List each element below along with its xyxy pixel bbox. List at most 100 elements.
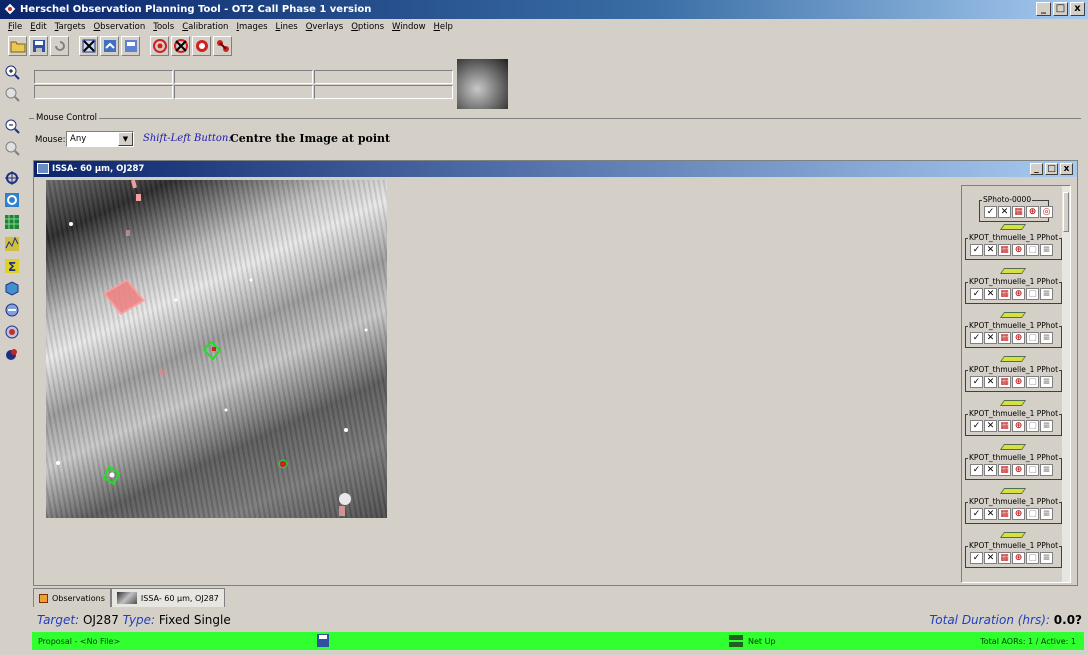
- aor-group-item[interactable]: KPOT_thmuelle_1 PPhot ✓ ✕ ▦ ⊕ ▢ ≡: [965, 541, 1062, 568]
- chevron-down-icon[interactable]: ▼: [118, 132, 133, 146]
- grid-icon[interactable]: ▦: [998, 464, 1011, 476]
- save-icon[interactable]: [317, 634, 329, 647]
- close-icon[interactable]: ✕: [984, 332, 997, 344]
- close-icon[interactable]: ✕: [984, 508, 997, 520]
- image-thumbnail[interactable]: [457, 59, 508, 109]
- document-icon[interactable]: ▢: [1026, 464, 1039, 476]
- grid-icon[interactable]: ▦: [998, 332, 1011, 344]
- spectrum-icon[interactable]: [2, 234, 22, 254]
- tab-observations[interactable]: Observations: [33, 588, 111, 607]
- document-icon[interactable]: ▢: [1026, 288, 1039, 300]
- checkbox-icon[interactable]: ✓: [970, 244, 983, 256]
- aor-group-item[interactable]: KPOT_thmuelle_1 PPhot ✓ ✕ ▦ ⊕ ▢ ≡: [965, 321, 1062, 348]
- checkbox-icon[interactable]: ✓: [970, 464, 983, 476]
- aor-panel-scrollbar[interactable]: [1062, 186, 1070, 582]
- aor-group-item[interactable]: KPOT_thmuelle_1 PPhot ✓ ✕ ▦ ⊕ ▢ ≡: [965, 409, 1062, 436]
- zoom-out-icon[interactable]: [2, 84, 22, 104]
- list-icon[interactable]: ≡: [1040, 332, 1053, 344]
- globe-icon[interactable]: [2, 190, 22, 210]
- aor-group-item[interactable]: KPOT_thmuelle_1 PPhot ✓ ✕ ▦ ⊕ ▢ ≡: [965, 497, 1062, 524]
- aor-group-item[interactable]: KPOT_thmuelle_1 PPhot ✓ ✕ ▦ ⊕ ▢ ≡: [965, 453, 1062, 480]
- undo-icon[interactable]: [50, 36, 69, 56]
- close-button[interactable]: x: [1070, 2, 1085, 16]
- aor-group-sphoto[interactable]: SPhoto-0000 ✓ ✕ ▦ ⊕ ◎: [979, 195, 1053, 222]
- menu-window[interactable]: Window: [392, 22, 426, 32]
- aor-icon[interactable]: [2, 344, 22, 364]
- close-icon[interactable]: ✕: [984, 464, 997, 476]
- close-icon[interactable]: ✕: [984, 244, 997, 256]
- menu-file[interactable]: File: [8, 22, 22, 32]
- open-folder-icon[interactable]: [8, 36, 27, 56]
- sky-image-canvas[interactable]: [46, 180, 387, 518]
- menu-overlays[interactable]: Overlays: [306, 22, 344, 32]
- grid-icon[interactable]: ▦: [998, 244, 1011, 256]
- checkbox-icon[interactable]: ✓: [984, 206, 997, 218]
- menu-edit[interactable]: Edit: [30, 22, 46, 32]
- grid-icon[interactable]: ▦: [998, 552, 1011, 564]
- checkbox-icon[interactable]: ✓: [970, 288, 983, 300]
- grid-icon[interactable]: ▦: [998, 420, 1011, 432]
- grid-icon[interactable]: ▦: [998, 288, 1011, 300]
- document-icon[interactable]: ▢: [1026, 244, 1039, 256]
- document-icon[interactable]: ▢: [1026, 332, 1039, 344]
- visibility-icon[interactable]: [2, 322, 22, 342]
- tab-issa-image[interactable]: ISSA- 60 µm, OJ287: [110, 588, 225, 607]
- target-icon[interactable]: ⊕: [1012, 508, 1025, 520]
- menu-images[interactable]: Images: [236, 22, 267, 32]
- zoom-reset-icon[interactable]: [2, 138, 22, 158]
- inner-minimize-button[interactable]: _: [1030, 163, 1043, 175]
- list-icon[interactable]: ≡: [1040, 420, 1053, 432]
- checkbox-icon[interactable]: ✓: [970, 420, 983, 432]
- aor-import-icon[interactable]: [100, 36, 119, 56]
- remove-target-icon[interactable]: [171, 36, 190, 56]
- menu-lines[interactable]: Lines: [276, 22, 298, 32]
- close-icon[interactable]: ✕: [984, 288, 997, 300]
- target-icon[interactable]: ⊕: [1012, 376, 1025, 388]
- menu-help[interactable]: Help: [434, 22, 453, 32]
- minimize-button[interactable]: _: [1036, 2, 1051, 16]
- cube-icon[interactable]: [2, 278, 22, 298]
- sum-icon[interactable]: Σ: [2, 256, 22, 276]
- list-icon[interactable]: ≡: [1040, 508, 1053, 520]
- document-icon[interactable]: ▢: [1026, 420, 1039, 432]
- crosshair-icon[interactable]: [2, 168, 22, 188]
- list-icon[interactable]: ≡: [1040, 244, 1053, 256]
- grid-icon[interactable]: ▦: [998, 508, 1011, 520]
- close-icon[interactable]: ✕: [984, 420, 997, 432]
- maximize-button[interactable]: □: [1053, 2, 1068, 16]
- close-icon[interactable]: ✕: [998, 206, 1011, 218]
- checkbox-icon[interactable]: ✓: [970, 552, 983, 564]
- checkbox-icon[interactable]: ✓: [970, 508, 983, 520]
- observation-icon[interactable]: [192, 36, 211, 56]
- mouse-mode-select[interactable]: Any ▼: [66, 131, 134, 147]
- satellite-icon[interactable]: [213, 36, 232, 56]
- close-icon[interactable]: ✕: [984, 552, 997, 564]
- grid-icon[interactable]: ▦: [998, 376, 1011, 388]
- menu-calibration[interactable]: Calibration: [182, 22, 228, 32]
- scrollbar-thumb[interactable]: [1063, 192, 1069, 232]
- target-icon[interactable]: ⊕: [1012, 552, 1025, 564]
- menu-tools[interactable]: Tools: [153, 22, 174, 32]
- target-icon[interactable]: ⊕: [1012, 288, 1025, 300]
- checkbox-icon[interactable]: ✓: [970, 332, 983, 344]
- target-icon[interactable]: ⊕: [1012, 332, 1025, 344]
- target-icon[interactable]: ⊕: [1012, 464, 1025, 476]
- catalog-icon[interactable]: [2, 300, 22, 320]
- list-icon[interactable]: ≡: [1040, 552, 1053, 564]
- inner-close-button[interactable]: x: [1060, 163, 1073, 175]
- menu-options[interactable]: Options: [351, 22, 384, 32]
- delete-aor-icon[interactable]: [79, 36, 98, 56]
- aor-group-item[interactable]: KPOT_thmuelle_1 PPhot ✓ ✕ ▦ ⊕ ▢ ≡: [965, 277, 1062, 304]
- zoom-fit-icon[interactable]: [2, 116, 22, 136]
- aor-group-item[interactable]: KPOT_thmuelle_1 PPhot ✓ ✕ ▦ ⊕ ▢ ≡: [965, 233, 1062, 260]
- target-icon[interactable]: ⊕: [1012, 420, 1025, 432]
- save-icon[interactable]: [29, 36, 48, 56]
- document-icon[interactable]: ▢: [1026, 552, 1039, 564]
- menu-observation[interactable]: Observation: [93, 22, 145, 32]
- aor-group-item[interactable]: KPOT_thmuelle_1 PPhot ✓ ✕ ▦ ⊕ ▢ ≡: [965, 365, 1062, 392]
- target-icon[interactable]: ⊕: [1026, 206, 1039, 218]
- target-icon[interactable]: ⊕: [1012, 244, 1025, 256]
- zoom-in-icon[interactable]: [2, 62, 22, 82]
- list-icon[interactable]: ≡: [1040, 376, 1053, 388]
- target-icon[interactable]: [150, 36, 169, 56]
